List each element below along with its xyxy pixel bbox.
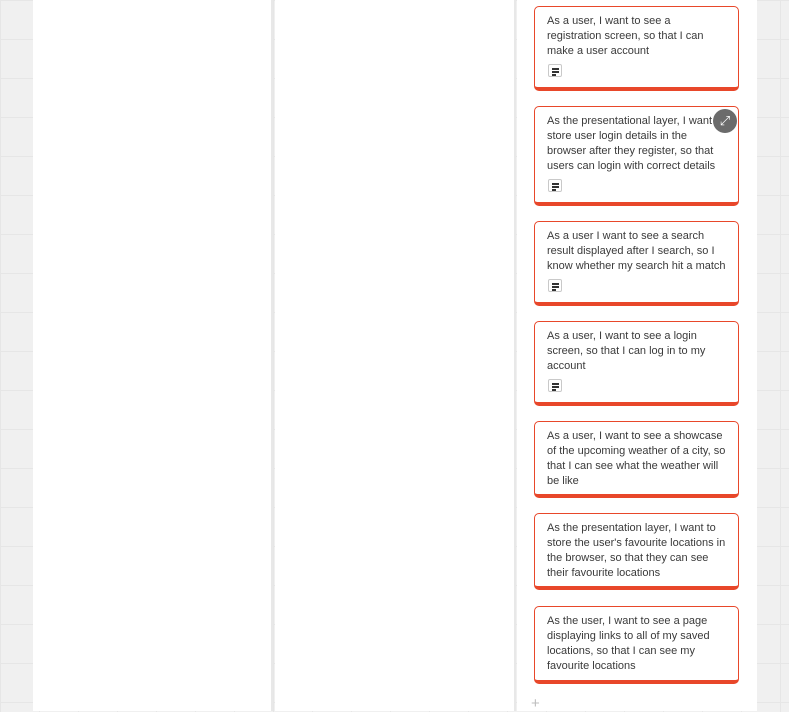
story-card[interactable]: As the presentational layer, I want to s…: [534, 106, 739, 206]
board-column-1: [33, 0, 271, 711]
story-card-text: As a user, I want to see a login screen,…: [547, 330, 706, 372]
story-card[interactable]: As the user, I want to see a page displa…: [534, 606, 739, 684]
story-card[interactable]: As the presentation layer, I want to sto…: [534, 513, 739, 590]
story-card[interactable]: As a user, I want to see a showcase of t…: [534, 421, 739, 498]
story-card-text: As a user, I want to see a showcase of t…: [547, 430, 726, 487]
story-card-text: As the user, I want to see a page displa…: [547, 615, 710, 672]
column-divider: [514, 0, 516, 711]
story-card[interactable]: As a user I want to see a search result …: [534, 221, 739, 306]
story-card[interactable]: As a user, I want to see a registration …: [534, 6, 739, 91]
notes-icon: [548, 64, 562, 77]
expand-arrows-icon[interactable]: ⤢: [713, 109, 737, 133]
plus-icon[interactable]: +: [531, 695, 540, 712]
story-card-text: As a user I want to see a search result …: [547, 230, 726, 272]
story-card-text: As the presentational layer, I want to s…: [547, 115, 725, 172]
notes-icon: [548, 379, 562, 392]
notes-icon: [548, 279, 562, 292]
story-card-text: As the presentation layer, I want to sto…: [547, 522, 726, 579]
board-column-2: [275, 0, 514, 711]
story-card-text: As a user, I want to see a registration …: [547, 15, 704, 57]
story-card[interactable]: As a user, I want to see a login screen,…: [534, 321, 739, 406]
column-divider: [271, 0, 273, 711]
notes-icon: [548, 179, 562, 192]
